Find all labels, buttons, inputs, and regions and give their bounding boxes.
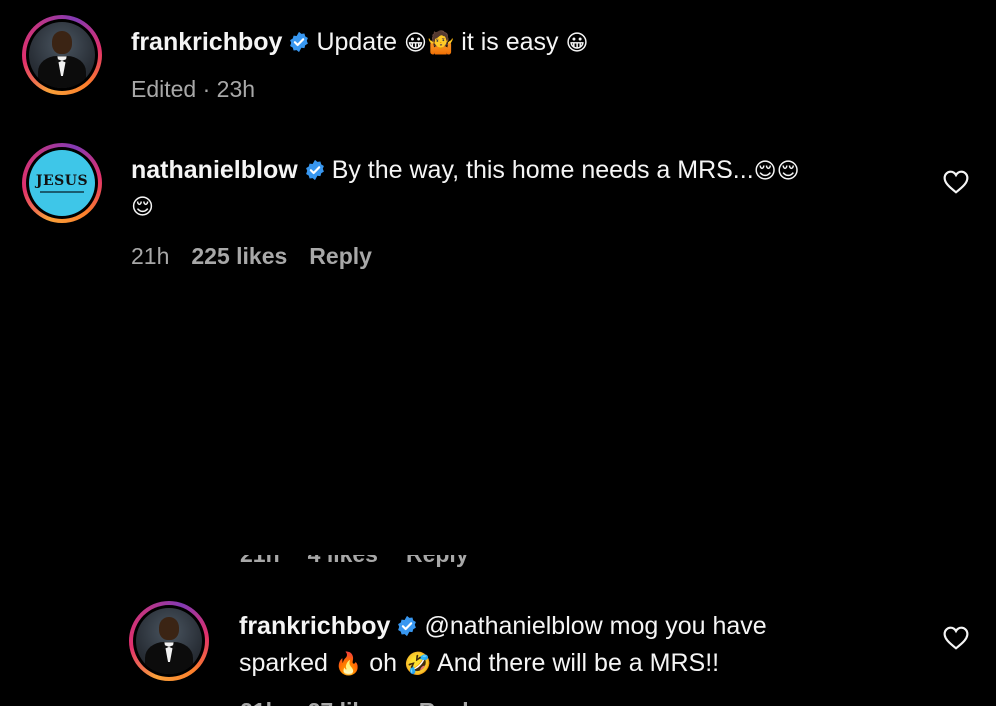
comment-body: Update [316,28,398,56]
edited-timestamp: Edited · 23h [131,76,256,102]
username[interactable]: frankrichboy [131,28,282,56]
verified-badge-icon [305,159,324,181]
avatar-frankrichboy[interactable] [22,15,102,95]
partial-comment-meta: 21h 4 likes Reply [240,555,497,577]
jesus-logo: JESUS [29,150,95,216]
comment-text: nathanielblow By the way, this home needs… [131,152,800,190]
username[interactable]: nathanielblow [131,156,298,184]
comment-text: frankrichboy @nathanielblow mog you have [239,608,767,644]
avatar-photo [136,608,202,674]
reply-button[interactable]: Reply [309,243,372,269]
partial-comment-meta: 21h 27 likes Reply [240,698,509,706]
comment-body: By the way, this home needs a MRS... [331,156,754,184]
username[interactable]: frankrichboy [239,612,390,640]
avatar-photo [29,22,95,88]
likes-count[interactable]: 225 likes [191,243,287,269]
comment-body: @nathanielblow mog you have [424,612,767,640]
comment-body: oh [369,649,398,677]
timestamp: 21h [240,555,280,567]
emoji-relieved: 😌 [131,195,154,220]
comment-meta: Edited · 23h [131,76,277,103]
avatar-nathanielblow[interactable]: JESUS [22,143,102,223]
reply-button[interactable]: Reply [419,698,482,706]
emoji-fire: 🔥 [334,652,363,677]
heart-outline-icon[interactable] [943,626,969,650]
likes-count[interactable]: 27 likes [308,698,391,706]
reply-button[interactable]: Reply [406,555,469,567]
comment-body: sparked [239,649,328,677]
emoji-relieved: 😌😌 [753,159,800,184]
verified-badge-icon [290,31,309,53]
timestamp: 21h [131,243,170,269]
emoji-rofl: 🤣 [404,652,432,677]
likes-count[interactable]: 4 likes [308,555,378,567]
avatar-frankrichboy[interactable] [129,601,209,681]
emoji-grin-shrug: 😀🤷 [404,31,455,56]
verified-badge-icon [398,615,417,637]
comment-body: it is easy [461,28,559,56]
comment-meta: 21h 225 likes Reply [131,243,394,270]
logo-text: JESUS [35,173,89,189]
timestamp: 21h [240,698,280,706]
emoji-grin: 😀 [565,31,589,56]
comment-body: And there will be a MRS!! [437,649,720,677]
comment-text: frankrichboy Update 😀🤷 it is easy 😀 [131,24,588,62]
comment-text-line2: sparked 🔥 oh 🤣 And there will be a MRS!! [239,645,719,683]
comment-text-line2: 😌 [131,188,154,226]
heart-outline-icon[interactable] [943,170,969,194]
